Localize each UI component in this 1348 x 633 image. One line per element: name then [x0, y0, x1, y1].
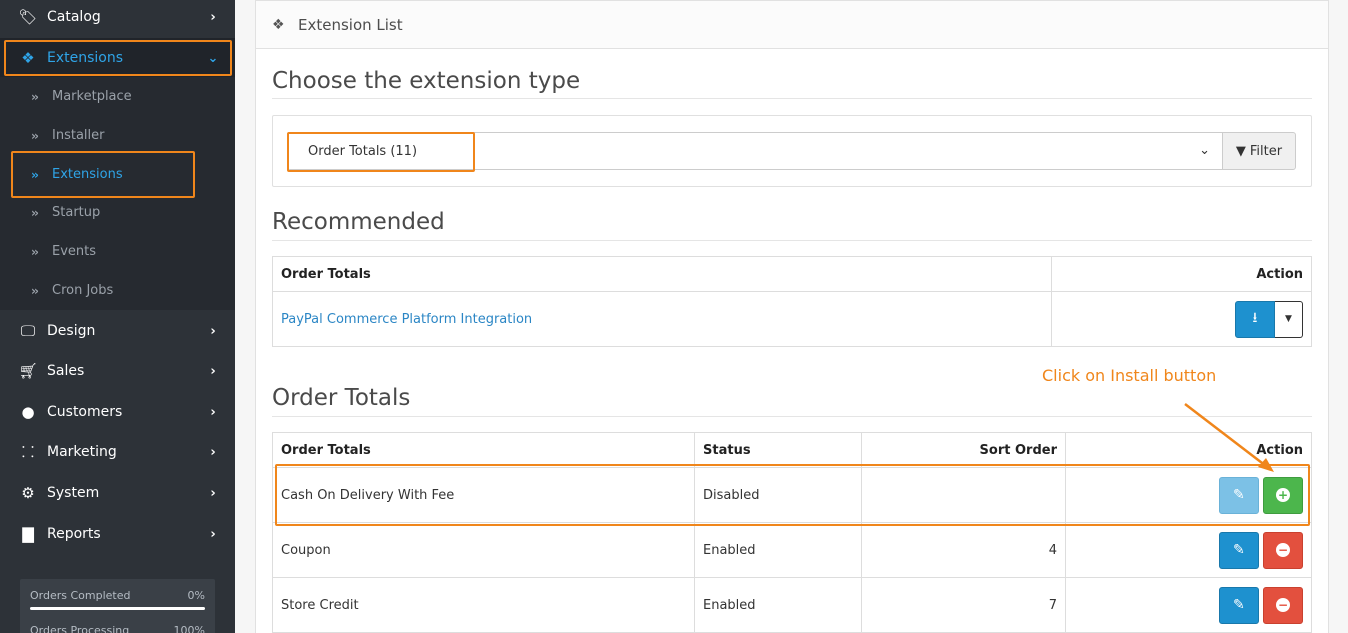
annotation-arrow — [1184, 403, 1274, 472]
